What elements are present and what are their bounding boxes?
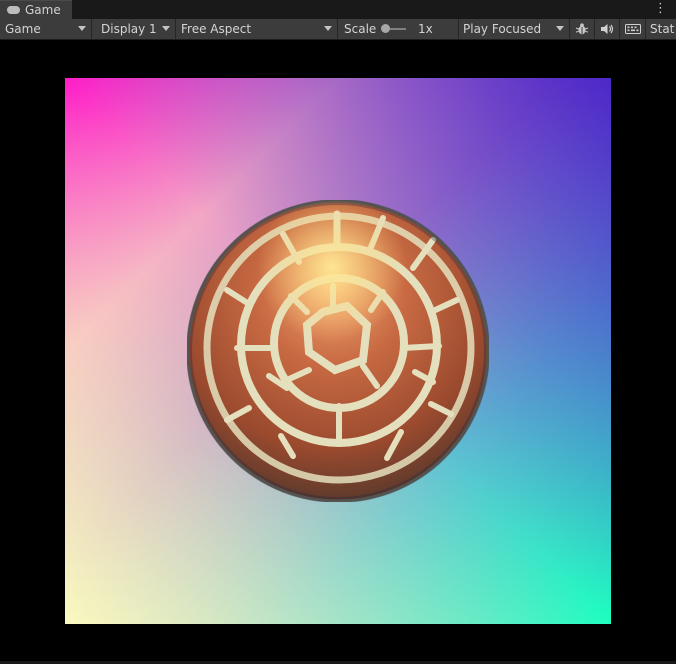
aspect-label: Free Aspect bbox=[181, 22, 252, 36]
game-view-window: Game ⋮ Game Display 1 Free Aspect Scale … bbox=[0, 0, 676, 664]
scale-slider-handle[interactable] bbox=[381, 24, 390, 33]
chevron-down-icon bbox=[324, 26, 332, 31]
bug-icon bbox=[575, 23, 589, 35]
stats-label: Stat bbox=[650, 22, 675, 36]
mute-audio-button[interactable] bbox=[595, 19, 620, 39]
display-label: Display 1 bbox=[101, 22, 157, 36]
display-dropdown[interactable]: Display 1 bbox=[92, 19, 176, 39]
chevron-down-icon bbox=[162, 26, 170, 31]
tab-game[interactable]: Game bbox=[0, 0, 72, 19]
play-mode-label: Play Focused bbox=[463, 22, 542, 36]
gamepad-icon bbox=[7, 6, 20, 14]
view-type-label: Game bbox=[5, 22, 41, 36]
chevron-down-icon bbox=[556, 26, 564, 31]
scale-value: 1x bbox=[418, 22, 433, 36]
aspect-dropdown[interactable]: Free Aspect bbox=[176, 19, 338, 39]
brick-sphere bbox=[187, 200, 489, 502]
keyboard-icon bbox=[624, 24, 641, 34]
view-type-dropdown[interactable]: Game bbox=[0, 19, 92, 39]
tab-label: Game bbox=[25, 3, 61, 17]
rendered-scene bbox=[65, 78, 611, 624]
shortcuts-button[interactable] bbox=[620, 19, 646, 39]
speaker-icon bbox=[601, 24, 614, 34]
tab-bar: Game ⋮ bbox=[0, 0, 676, 19]
game-toolbar: Game Display 1 Free Aspect Scale 1x Play… bbox=[0, 19, 676, 40]
debug-toggle-button[interactable] bbox=[570, 19, 595, 39]
scale-label: Scale bbox=[344, 22, 377, 36]
kebab-menu-icon[interactable]: ⋮ bbox=[654, 2, 667, 16]
play-mode-dropdown[interactable]: Play Focused bbox=[459, 19, 570, 39]
scale-control: Scale 1x bbox=[338, 19, 459, 39]
stats-button[interactable]: Stat bbox=[646, 19, 676, 39]
game-viewport[interactable] bbox=[0, 40, 676, 661]
chevron-down-icon bbox=[78, 26, 86, 31]
